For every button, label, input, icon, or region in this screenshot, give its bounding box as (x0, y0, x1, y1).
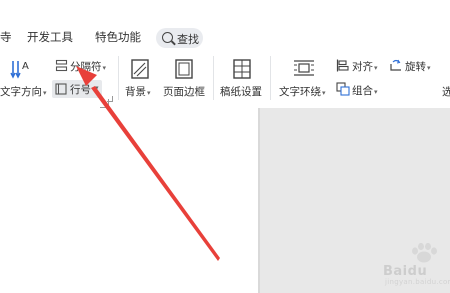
line-number-label: 行号 (70, 84, 91, 96)
text-wrap-icon[interactable] (292, 59, 316, 79)
page-corner-mark (100, 99, 109, 108)
manuscript-button[interactable]: 稿纸设置 (220, 84, 262, 99)
wps-writer-window: 寺 开发工具 特色功能 查找 A 文字方向▾ 分隔符▾ 行号 ▾ 背景▾ 页面边… (0, 0, 450, 293)
separator-icon (55, 59, 68, 72)
page-border-icon[interactable] (173, 58, 195, 80)
paw-icon (412, 242, 437, 263)
text-direction-button[interactable]: 文字方向▾ (0, 84, 47, 99)
rotate-icon (390, 59, 401, 71)
background-icon[interactable] (129, 58, 151, 80)
text-direction-label: 文字方向 (0, 86, 42, 98)
background-button[interactable]: 背景▾ (125, 84, 151, 99)
text-wrap-label: 文字环绕 (279, 86, 321, 98)
chevron-down-icon: ▾ (374, 88, 378, 96)
chevron-down-icon: ▾ (374, 64, 378, 72)
chevron-down-icon: ▾ (427, 64, 431, 72)
group-label: 组合 (352, 85, 373, 97)
tab-partial[interactable]: 寺 (0, 29, 12, 45)
background-label: 背景 (125, 86, 146, 98)
chevron-down-icon: ▾ (95, 84, 99, 92)
separator-label: 分隔符 (70, 61, 102, 73)
chevron-down-icon: ▾ (43, 89, 47, 97)
ribbon-tab-bar: 寺 开发工具 特色功能 (0, 24, 450, 50)
svg-text:A: A (22, 61, 29, 72)
line-number-icon (55, 83, 67, 95)
text-direction-icon[interactable]: A (10, 58, 32, 80)
search-icon (162, 32, 173, 43)
align-button[interactable]: 对齐▾ (352, 59, 378, 74)
rotate-label: 旋转 (405, 61, 426, 73)
chevron-down-icon: ▾ (147, 89, 151, 97)
watermark-text: Baidu (383, 264, 428, 279)
page-border-button[interactable]: 页面边框 (163, 84, 205, 99)
search-button[interactable]: 查找 (156, 28, 203, 48)
group-icon (336, 82, 350, 96)
document-page[interactable] (0, 108, 258, 293)
divider (118, 56, 119, 100)
divider (270, 56, 271, 100)
watermark-subtext: jingyan.baidu.com (385, 278, 450, 286)
separator-button[interactable]: 分隔符▾ (70, 59, 106, 74)
manuscript-icon[interactable] (231, 58, 253, 80)
chevron-down-icon: ▾ (322, 89, 326, 97)
tab-special-features[interactable]: 特色功能 (95, 29, 141, 45)
divider (213, 56, 214, 100)
align-icon (336, 59, 349, 72)
align-label: 对齐 (352, 61, 373, 73)
group-button[interactable]: 组合▾ (352, 83, 378, 98)
ribbon-toolbar: A 文字方向▾ 分隔符▾ 行号 ▾ 背景▾ 页面边框 稿纸设置 文字环绕▾ 对齐… (0, 50, 450, 109)
line-number-button[interactable]: 行号 ▾ (52, 80, 102, 98)
rotate-button[interactable]: 旋转▾ (405, 59, 431, 74)
select-button-partial[interactable]: 选 (442, 84, 450, 99)
tab-developer-tools[interactable]: 开发工具 (27, 29, 73, 45)
text-wrap-button[interactable]: 文字环绕▾ (279, 84, 326, 99)
baidu-watermark: Baidu jingyan.baidu.com (383, 242, 450, 288)
chevron-down-icon: ▾ (102, 64, 107, 72)
search-label: 查找 (177, 33, 199, 46)
title-strip (0, 0, 450, 25)
